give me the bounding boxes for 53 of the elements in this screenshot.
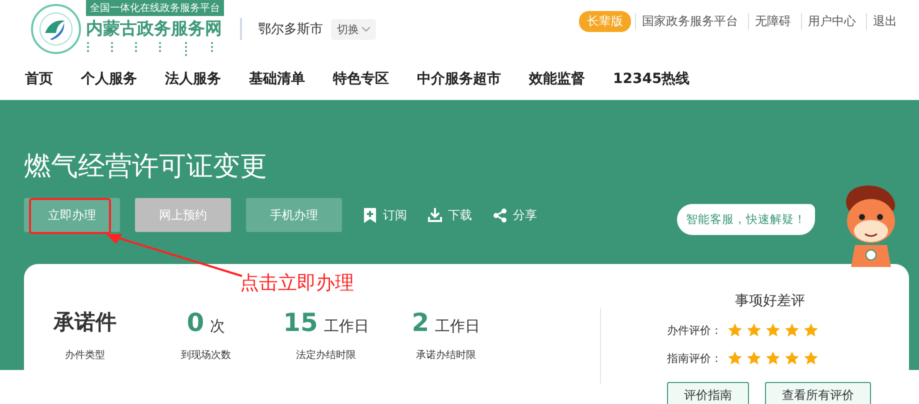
nav-item[interactable]: 个人服务 — [81, 70, 137, 88]
emblem-logo-icon — [30, 3, 82, 55]
top-link[interactable]: 用户中心 — [801, 13, 862, 30]
stat-value: 2 — [412, 308, 430, 337]
stat-caption: 到现场次数 — [181, 349, 231, 362]
star-icon — [765, 350, 781, 366]
top-link[interactable]: 国家政务服务平台 — [635, 13, 744, 30]
rating-button[interactable]: 查看所有评价 — [765, 382, 871, 404]
annotation-text: 点击立即办理 — [240, 271, 354, 296]
chevron-down-icon — [362, 26, 370, 32]
nav-item[interactable]: 首页 — [25, 70, 53, 88]
rating-label: 指南评价： — [667, 350, 723, 366]
star-icon — [746, 322, 762, 338]
stat-caption: 承诺办结时限 — [416, 348, 476, 362]
stat-unit: 工作日 — [435, 317, 480, 336]
stat-unit: 工作日 — [324, 317, 369, 336]
page-title: 燃气经营许可证变更 — [24, 150, 268, 184]
nav-item[interactable]: 法人服务 — [165, 70, 221, 88]
nav-item[interactable]: 效能监督 — [529, 70, 585, 88]
city-name: 鄂尔多斯市 — [258, 21, 323, 38]
star-icon — [765, 322, 781, 338]
stat-value: 0 — [186, 308, 204, 337]
star-icon — [803, 350, 819, 366]
rating-label: 办件评价： — [667, 322, 723, 338]
switch-city-button[interactable]: 切换 — [331, 18, 376, 40]
site-name: 内蒙古政务服务网 — [86, 18, 223, 40]
top-link[interactable]: 退出 — [866, 13, 903, 30]
star-icon — [784, 350, 800, 366]
star-icon — [727, 350, 743, 366]
stat-caption: 法定办结时限 — [296, 348, 356, 362]
action-link[interactable]: 分享 — [493, 206, 537, 224]
nav-item[interactable]: 特色专区 — [333, 70, 389, 88]
stat-value: 15 — [283, 308, 318, 337]
nav-item[interactable]: 中介服务超市 — [417, 70, 501, 88]
rating-title: 事项好差评 — [734, 292, 806, 310]
top-link[interactable]: 无障碍 — [748, 13, 797, 30]
logo-slogan: 全国一体化在线政务服务平台 — [86, 0, 224, 16]
star-icon — [727, 322, 743, 338]
stat-caption: 办件类型 — [65, 348, 105, 362]
star-icon — [784, 322, 800, 338]
rating-button[interactable]: 评价指南 — [667, 382, 749, 404]
assistant-bubble[interactable]: 智能客服，快速解疑！ — [677, 204, 815, 235]
stat-unit: 次 — [210, 317, 226, 336]
nav-item[interactable]: 12345热线 — [613, 70, 690, 88]
star-icon — [803, 322, 819, 338]
stat-value: 承诺件 — [54, 309, 116, 336]
share-icon — [493, 208, 507, 222]
nav-item[interactable]: 基础清单 — [249, 70, 305, 88]
action-link[interactable]: 订阅 — [363, 206, 407, 224]
star-icon — [746, 350, 762, 366]
action-link[interactable]: 下载 — [428, 206, 472, 224]
download-icon — [428, 208, 442, 222]
bookmark-plus-icon — [363, 208, 377, 222]
